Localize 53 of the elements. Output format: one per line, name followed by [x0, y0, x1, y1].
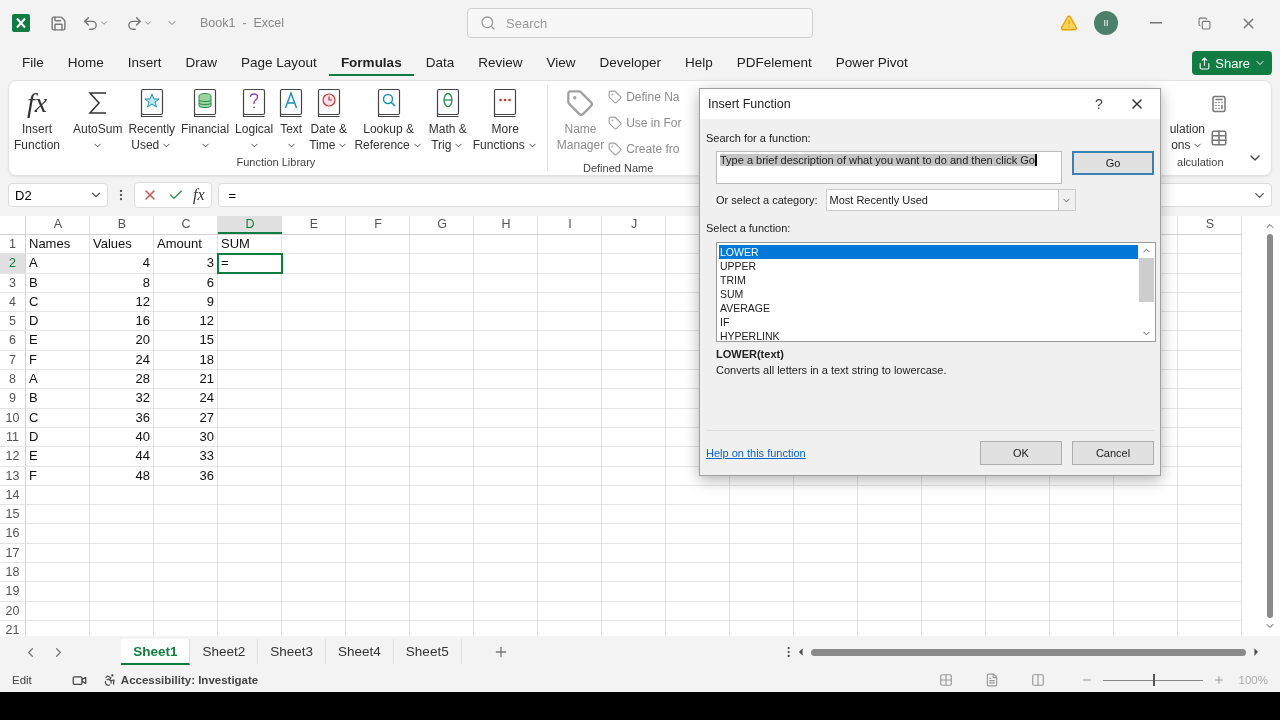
table-cell-text: D: [28, 312, 40, 331]
table-cell-text: A: [28, 254, 39, 273]
table-cell-text: Names: [28, 235, 72, 253]
table-cell-text: 36: [134, 408, 151, 427]
table-cell-text: A: [28, 370, 39, 389]
dialog-title: Insert Function: [708, 97, 792, 111]
table-cell-text: 36: [198, 466, 215, 485]
table-cell-text: 9: [205, 292, 215, 311]
group-label: Defined Name: [582, 161, 655, 175]
function-description: Converts all letters in a text string to lowercase.: [716, 364, 948, 376]
group-label: Function Library: [235, 155, 317, 170]
table-cell-text: 48: [134, 466, 151, 485]
table-cell-text: F: [28, 466, 38, 485]
zoom-level: 100%: [1238, 674, 1268, 686]
group-label: alculation: [1176, 155, 1225, 170]
table-cell: =: [218, 254, 282, 273]
table-cell-text: 30: [198, 427, 215, 446]
table-cell-text: Values: [92, 235, 133, 253]
table-cell-text: 20: [134, 331, 151, 350]
table-cell-text: 21: [198, 370, 215, 389]
table-cell-text: Amount: [156, 235, 203, 253]
table-cell-text: 32: [134, 389, 151, 408]
window-title: Book1 - Excel: [200, 16, 285, 30]
table-cell-text: B: [28, 273, 39, 292]
search-label: Search for a function:: [706, 131, 812, 145]
table-cell-text: 12: [198, 312, 215, 331]
table-cell-text: 24: [134, 350, 151, 369]
table-cell-text: 4: [141, 254, 151, 273]
table-cell-text: 15: [198, 331, 215, 350]
table-cell-text: 40: [134, 427, 151, 446]
table-cell-text: 18: [198, 350, 215, 369]
table-cell-text: E: [28, 447, 39, 466]
table-cell-text: 44: [134, 447, 151, 466]
table-cell-text: 33: [198, 447, 215, 466]
table-cell-text: SUM: [220, 235, 251, 253]
table-cell-text: F: [28, 350, 38, 369]
table-cell-text: 12: [134, 292, 151, 311]
function-label: Select a function:: [706, 221, 792, 235]
table-cell-text: B: [28, 389, 39, 408]
table-cell-text: 6: [205, 273, 215, 292]
table-cell-text: 8: [141, 273, 151, 292]
table-cell-text: 28: [134, 370, 151, 389]
status-mode: Edit: [12, 674, 32, 686]
table-cell-text: D: [28, 427, 40, 446]
category-label: Or select a category:: [716, 193, 818, 207]
table-cell-text: E: [28, 331, 39, 350]
table-cell-text: C: [28, 292, 40, 311]
table-cell-text: 24: [198, 389, 215, 408]
function-signature: LOWER(text): [716, 348, 785, 360]
table-cell-text: 3: [205, 254, 215, 273]
table-cell-text: C: [28, 408, 40, 427]
table-cell-text: 27: [198, 408, 215, 427]
table-cell-text: 16: [134, 312, 151, 331]
